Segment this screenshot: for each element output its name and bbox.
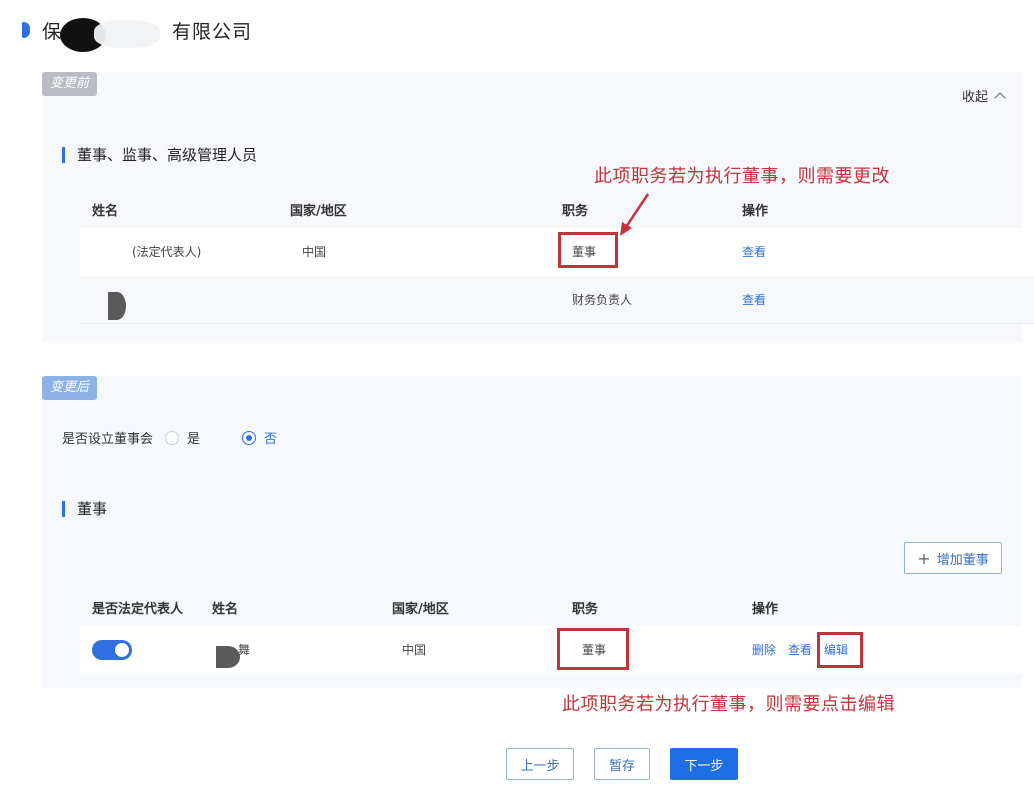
section-heading: 董事、监事、高级管理人员	[62, 144, 257, 165]
heading-bar	[62, 146, 65, 163]
redaction-mark	[108, 292, 126, 320]
plus-icon: +	[917, 548, 931, 568]
col-header-action: 操作	[742, 204, 769, 219]
board-question-label: 是否设立董事会	[62, 432, 154, 447]
col-header-action: 操作	[752, 602, 779, 617]
company-marker-icon	[22, 22, 30, 38]
col-header-role: 职务	[572, 602, 599, 617]
view-link[interactable]: 查看	[788, 626, 812, 674]
name-cell: 舞	[238, 643, 251, 657]
redaction-mark	[94, 20, 160, 48]
prev-step-button[interactable]: 上一步	[506, 748, 574, 780]
view-link[interactable]: 查看	[742, 228, 766, 276]
heading-bar	[62, 500, 65, 517]
add-director-button[interactable]: + 增加董事	[904, 542, 1002, 574]
table-row: 财务负责人 查看	[80, 276, 1034, 324]
highlight-box	[557, 628, 629, 670]
collapse-button[interactable]: 收起	[961, 86, 1006, 105]
section-title: 董事、监事、高级管理人员	[77, 146, 258, 164]
add-director-label: 增加董事	[936, 552, 989, 568]
redaction-mark	[216, 646, 240, 668]
col-header-role: 职务	[562, 204, 589, 219]
chevron-up-icon	[994, 92, 1006, 104]
after-change-section: 变更后 是否设立董事会 是 否 董事 + 增加董事 是否法定代表人 姓名 国家/…	[42, 376, 1034, 688]
radio-yes[interactable]	[165, 430, 180, 445]
col-header-name: 姓名	[212, 602, 239, 617]
annotation-before: 此项职务若为执行董事，则需要更改	[594, 166, 890, 187]
save-draft-button[interactable]: 暂存	[594, 748, 650, 780]
next-step-button[interactable]: 下一步	[670, 748, 738, 780]
before-change-section: 变更前 收起 董事、监事、高级管理人员 姓名 国家/地区 职务 操作 (法定代表…	[42, 72, 1034, 342]
annotation-arrow-icon	[620, 193, 650, 236]
section-title: 董事	[77, 500, 108, 518]
col-header-name: 姓名	[92, 204, 119, 219]
highlight-box	[817, 632, 863, 668]
country-cell: 中国	[302, 245, 327, 259]
delete-link[interactable]: 删除	[752, 626, 776, 674]
country-cell: 中国	[402, 643, 427, 657]
name-cell: (法定代表人)	[132, 245, 202, 259]
col-header-country: 国家/地区	[290, 204, 347, 219]
radio-no[interactable]	[242, 430, 257, 445]
board-radio-group: 是否设立董事会 是 否	[62, 428, 277, 447]
radio-yes-label: 是	[187, 432, 201, 447]
view-link[interactable]: 查看	[742, 276, 766, 324]
highlight-box	[558, 232, 618, 268]
collapse-label: 收起	[961, 90, 988, 105]
legal-rep-toggle[interactable]	[92, 640, 132, 660]
before-tag: 变更前	[42, 72, 98, 96]
annotation-after: 此项职务若为执行董事，则需要点击编辑	[562, 694, 895, 715]
radio-no-label: 否	[264, 432, 278, 447]
section-heading: 董事	[62, 498, 107, 519]
after-tag: 变更后	[42, 376, 98, 400]
role-cell: 财务负责人	[572, 293, 633, 307]
col-header-legal-rep: 是否法定代表人	[92, 602, 184, 617]
page: 保有限公司 变更前 收起 董事、监事、高级管理人员 姓名 国家/地区 职务 操作…	[0, 0, 1034, 798]
col-header-country: 国家/地区	[392, 602, 449, 617]
table-row: (法定代表人) 中国 董事 查看	[80, 228, 1034, 276]
